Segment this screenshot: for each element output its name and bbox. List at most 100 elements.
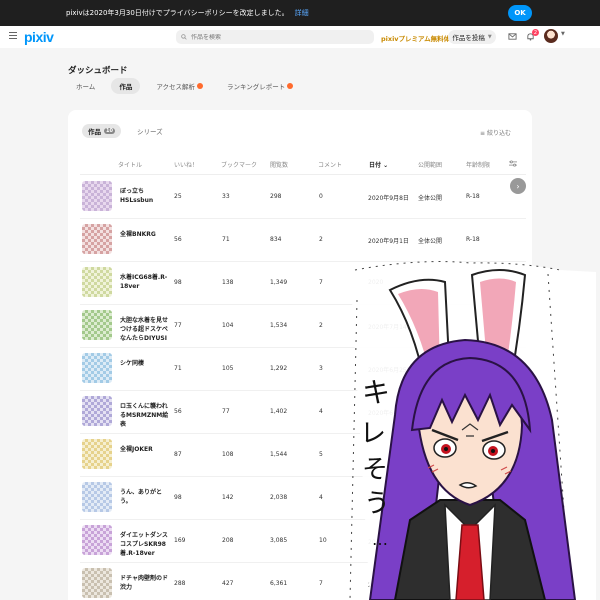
col-title[interactable]: タイトル [118,160,142,169]
views-cell: 6,361 [270,580,288,587]
date-cell: 2020年6月25日 [368,367,413,374]
work-thumbnail[interactable] [82,267,112,297]
pixiv-logo[interactable]: pixiv [24,29,54,45]
work-thumbnail[interactable] [82,353,112,383]
filter-button[interactable]: ≡ 絞り込む [480,128,511,137]
work-title[interactable]: うん、ありがとう。 [120,488,170,506]
comments-cell: 10 [319,537,327,544]
notice-detail-link[interactable]: 詳細 [295,8,309,18]
bookmarks-cell: 71 [222,236,230,243]
table-row[interactable]: ドチャ肉壁剤のド渋力 288 427 6,361 7 2019年 [80,563,526,600]
work-title[interactable]: ぼっ立ち HSLssbun [120,187,170,205]
table-row[interactable]: 大胆な水着を見せつける超ドスケベなんたらDIYUSI 77 104 1,534 2 202… [80,305,526,348]
notice-text: pixivは2020年3月30日付けでプライバシーポリシーを改定しました。 [66,9,289,17]
fire-icon [287,83,294,89]
date-cell: 2020年7月14日 [368,324,413,331]
menu-icon[interactable] [9,32,17,40]
avatar[interactable] [544,29,558,43]
views-cell: 3,085 [270,537,288,544]
likes-cell: 56 [174,408,182,415]
table-row[interactable]: 水着ICG68着.R-18ver 98 138 1,349 7 2020 [80,262,526,305]
post-work-button[interactable]: 作品を投稿 ▼ [448,30,496,44]
visibility-cell: 全体 [418,324,431,331]
views-cell: 1,402 [270,408,288,415]
fire-icon [197,83,203,89]
work-title[interactable]: 大胆な水着を見せつける超ドスケベなんたらDIYUSI [120,316,170,343]
date-cell: 2019年 [368,582,390,589]
visibility-cell: 全体公開 [418,238,443,245]
work-thumbnail[interactable] [82,525,112,555]
table-row[interactable]: ぼっ立ち HSLssbun 25 33 298 0 2020年9月8日 全体公開 R-18 [80,176,526,219]
work-thumbnail[interactable] [82,224,112,254]
column-settings-icon[interactable] [509,160,517,167]
views-cell: 1,534 [270,322,288,329]
work-title[interactable]: ロ玉くんに襲われるMSRMZNM絵表 [120,402,170,429]
col-comments[interactable]: コメント [318,160,342,169]
work-title[interactable]: 全裸JOKER [120,445,170,454]
work-thumbnail[interactable] [82,181,112,211]
bookmarks-cell: 142 [222,494,234,501]
likes-cell: 87 [174,451,182,458]
premium-link[interactable]: pixivプレミアム無料体験 [381,33,457,43]
comments-cell: 3 [319,365,323,372]
work-thumbnail[interactable] [82,310,112,340]
table-row[interactable]: シケ同棲 71 105 1,292 3 2020年6月25日 [80,348,526,391]
page-title: ダッシュボード [68,66,128,76]
table-row[interactable]: 全裸BNKRG 56 71 834 2 2020年9月1日 全体公開 R-18 [80,219,526,262]
col-visibility[interactable]: 公開範囲 [418,160,442,169]
work-thumbnail[interactable] [82,482,112,512]
table-row[interactable]: ダイエットダンスコスプレSKR98着.R-18ver 169 208 3,085 10 2… [80,520,526,563]
bookmarks-cell: 105 [222,365,234,372]
tab-works[interactable]: 作品 [111,78,141,94]
tab-access-analysis-label: アクセス解析 [156,83,195,91]
tab-access-analysis[interactable]: アクセス解析 [148,78,211,94]
work-thumbnail[interactable] [82,568,112,598]
dashboard-tabs: ホーム 作品 アクセス解析 ランキングレポート [68,78,301,94]
search-input[interactable] [191,33,361,41]
likes-cell: 288 [174,580,186,587]
age-cell: R-18 [466,193,480,200]
works-count: 10 [104,128,115,134]
chevron-down-icon[interactable]: ▼ [561,31,565,37]
search-icon [181,34,187,40]
col-bookmarks[interactable]: ブックマーク [221,160,257,169]
likes-cell: 25 [174,193,182,200]
work-title[interactable]: シケ同棲 [120,359,170,368]
work-title[interactable]: 水着ICG68着.R-18ver [120,273,170,291]
date-cell: 2020年6月 [368,410,400,417]
notice-bar: pixivは2020年3月30日付けでプライバシーポリシーを改定しました。 詳細… [0,0,600,26]
work-title[interactable]: 全裸BNKRG [120,230,170,239]
work-thumbnail[interactable] [82,439,112,469]
work-title[interactable]: ドチャ肉壁剤のド渋力 [120,574,170,592]
tab-ranking-report[interactable]: ランキングレポート [219,78,301,94]
views-cell: 834 [270,236,282,243]
mail-icon[interactable] [508,32,517,41]
subtab-series[interactable]: シリーズ [131,124,169,138]
work-thumbnail[interactable] [82,396,112,426]
work-title[interactable]: ダイエットダンスコスプレSKR98着.R-18ver [120,531,170,558]
chevron-right-icon: › [516,181,520,191]
likes-cell: 169 [174,537,186,544]
col-likes[interactable]: いいね！ [174,160,198,169]
col-views[interactable]: 閲覧数 [270,160,288,169]
tab-ranking-report-label: ランキングレポート [227,83,286,91]
chevron-down-icon: ▼ [487,34,492,40]
scroll-right-button[interactable]: › [510,178,526,194]
col-age[interactable]: 年齢制限 [466,160,490,169]
filter-label: 絞り込む [486,130,511,137]
bookmarks-cell: 104 [222,322,234,329]
table-row[interactable]: 全裸JOKER 87 108 1,544 5 [80,434,526,477]
col-date-label: 日付 [369,162,382,169]
col-date[interactable]: 日付 ⌄ [369,160,388,169]
table-header-divider [80,174,526,175]
header: pixiv pixivプレミアム無料体験 作品を投稿▼ [0,26,600,48]
table-row[interactable]: ロ玉くんに襲われるMSRMZNM絵表 56 77 1,402 4 2020年6月 [80,391,526,434]
notice-ok-button[interactable]: OK [508,5,532,21]
subtab-works[interactable]: 作品 10 [82,124,121,138]
likes-cell: 71 [174,365,182,372]
search-box[interactable] [176,30,374,44]
table-row[interactable]: うん、ありがとう。 98 142 2,038 4 2020年4月21 [80,477,526,520]
bookmarks-cell: 33 [222,193,230,200]
comments-cell: 7 [319,580,323,587]
tab-home[interactable]: ホーム [68,78,103,94]
